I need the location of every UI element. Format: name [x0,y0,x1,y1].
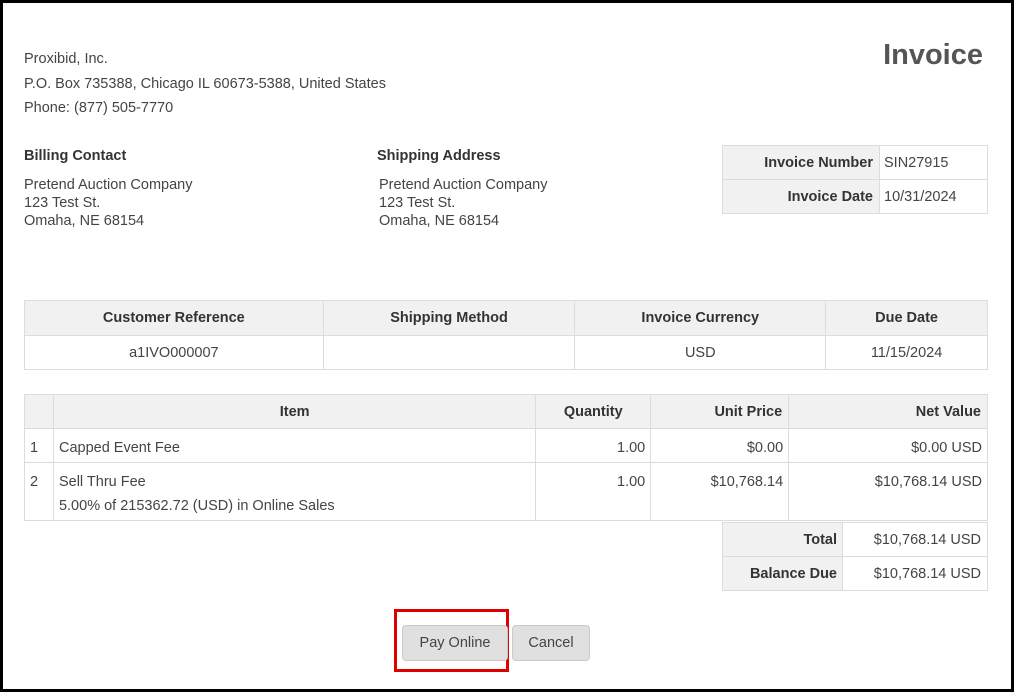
quantity-cell: 1.00 [535,428,652,463]
billing-line: 123 Test St. [24,195,101,211]
shipping-address-label: Shipping Address [377,148,501,164]
billing-line: Pretend Auction Company [24,177,193,193]
row-index: 2 [24,462,54,521]
unit-price-cell: $0.00 [650,428,790,463]
totals-table: Total $10,768.14 USD Balance Due $10,768… [722,522,988,591]
invoice-number-value: SIN27915 [879,145,988,180]
row-index: 1 [24,428,54,463]
shipping-line: 123 Test St. [379,195,456,211]
shipping-method-cell [322,335,576,370]
column-header: Shipping Method [322,300,576,336]
balance-due-label: Balance Due [722,556,843,591]
total-row: Total $10,768.14 USD [722,522,988,557]
invoice-date-row: Invoice Date 10/31/2024 [722,179,988,214]
reference-header-row: Customer Reference Shipping Method Invoi… [24,300,988,336]
item-detail: 5.00% of 215362.72 (USD) in Online Sales [58,498,335,514]
shipping-line: Omaha, NE 68154 [379,213,500,229]
reference-row: a1IVO000007 USD 11/15/2024 [24,335,988,370]
due-date-cell: 11/15/2024 [825,335,988,370]
items-header-row: Item Quantity Unit Price Net Value [24,394,988,429]
total-value: $10,768.14 USD [842,522,988,557]
reference-table: Customer Reference Shipping Method Invoi… [24,300,988,370]
invoice-frame: Proxibid, Inc. P.O. Box 735388, Chicago … [0,0,1014,692]
company-info: Proxibid, Inc. P.O. Box 735388, Chicago … [24,47,386,121]
billing-address: Pretend Auction Company 123 Test St. Oma… [24,176,192,230]
net-value-cell: $10,768.14 USD [788,462,988,521]
shipping-address: Pretend Auction Company 123 Test St. Oma… [379,176,547,230]
column-header: Net Value [788,394,988,429]
balance-due-value: $10,768.14 USD [842,556,988,591]
customer-reference-cell: a1IVO000007 [24,335,324,370]
total-label: Total [722,522,843,557]
invoice-currency-cell: USD [574,335,827,370]
company-name: Proxibid, Inc. [24,51,108,67]
pay-online-button[interactable]: Pay Online [402,625,508,661]
column-header [24,394,54,429]
table-row: 1 Capped Event Fee 1.00 $0.00 $0.00 USD [24,428,988,463]
page-title: Invoice [883,39,983,71]
company-phone: Phone: (877) 505-7770 [24,100,174,116]
column-header: Invoice Currency [574,300,827,336]
unit-price-cell: $10,768.14 [650,462,790,521]
column-header: Customer Reference [24,300,324,336]
table-row: 2 Sell Thru Fee 5.00% of 215362.72 (USD)… [24,462,988,521]
column-header: Item [52,394,537,429]
column-header: Unit Price [650,394,790,429]
invoice-date-label: Invoice Date [722,179,880,214]
company-address: P.O. Box 735388, Chicago IL 60673-5388, … [24,75,386,92]
invoice-number-label: Invoice Number [722,145,880,180]
invoice-date-value: 10/31/2024 [879,179,988,214]
billing-line: Omaha, NE 68154 [24,213,145,229]
net-value-cell: $0.00 USD [788,428,988,463]
balance-due-row: Balance Due $10,768.14 USD [722,556,988,591]
line-items-table: Item Quantity Unit Price Net Value 1 Cap… [24,394,988,521]
quantity-cell: 1.00 [535,462,652,521]
cancel-button[interactable]: Cancel [512,625,590,661]
item-cell: Capped Event Fee [52,428,537,463]
shipping-line: Pretend Auction Company [379,177,548,193]
invoice-number-row: Invoice Number SIN27915 [722,145,988,180]
invoice-meta-table: Invoice Number SIN27915 Invoice Date 10/… [722,145,988,214]
column-header: Quantity [535,394,652,429]
column-header: Due Date [825,300,988,336]
billing-contact-label: Billing Contact [24,148,127,164]
item-cell: Sell Thru Fee 5.00% of 215362.72 (USD) i… [52,462,537,521]
item-name: Sell Thru Fee [58,474,146,490]
item-name: Capped Event Fee [58,440,180,456]
